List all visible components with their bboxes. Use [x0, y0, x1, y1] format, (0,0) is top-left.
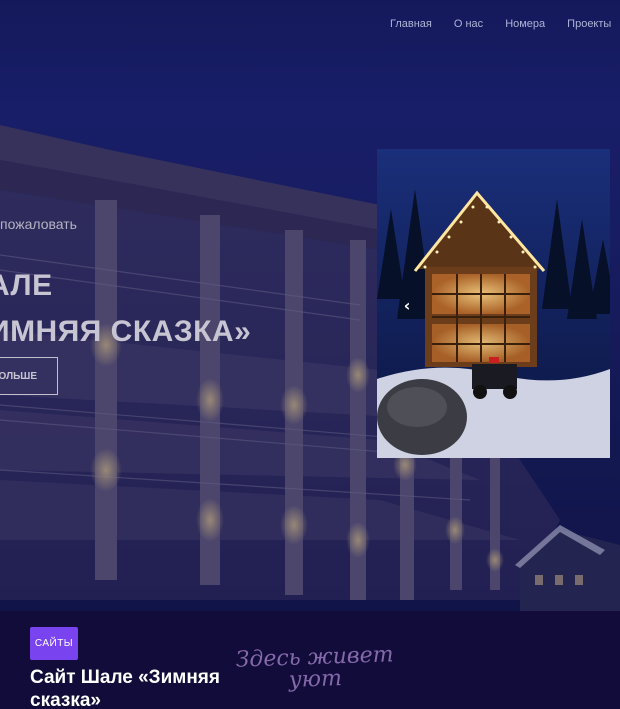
category-badge[interactable]: САЙТЫ: [30, 627, 78, 660]
welcome-text: пожаловать: [0, 216, 77, 232]
hero-title-line-2: ИМНЯЯ СКАЗКА»: [0, 315, 252, 348]
project-title[interactable]: Сайт Шале «Зимняя сказка»: [30, 666, 260, 709]
project-card-footer: САЙТЫ Здесь живет уют Сайт Шале «Зимняя …: [0, 611, 620, 709]
nav-item-projects[interactable]: Проекты: [567, 18, 611, 30]
nav-item-about[interactable]: О нас: [454, 18, 483, 30]
hero-title-line-1: АЛЕ: [0, 269, 53, 302]
hero-title: АЛЕ ИМНЯЯ СКАЗКА»: [0, 263, 251, 355]
chevron-left-icon[interactable]: ‹: [398, 296, 416, 316]
hero-screenshot: Главная О нас Номера Проекты пожаловать …: [0, 0, 620, 611]
nav-item-home[interactable]: Главная: [390, 18, 432, 30]
more-button[interactable]: БОЛЬШЕ: [0, 357, 58, 395]
top-nav: Главная О нас Номера Проекты: [390, 18, 611, 30]
nav-item-rooms[interactable]: Номера: [505, 18, 545, 30]
